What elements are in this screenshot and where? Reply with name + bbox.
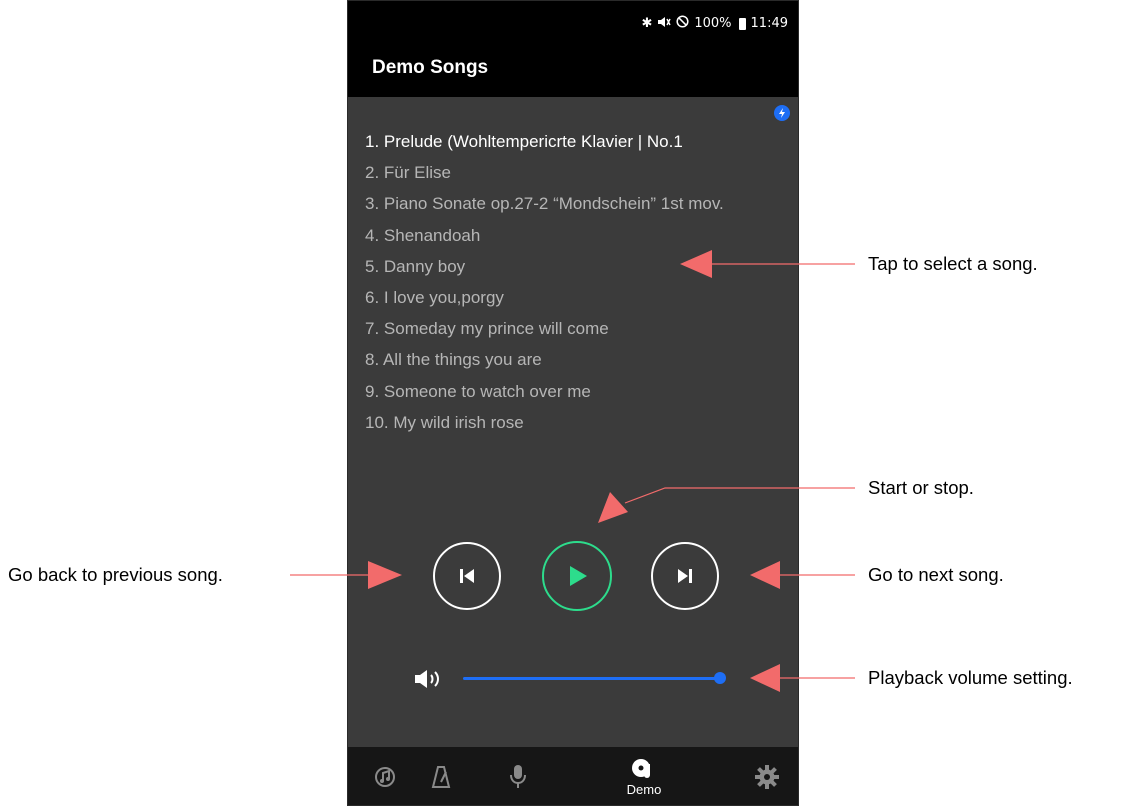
song-item[interactable]: 5. Danny boy <box>365 251 724 282</box>
callout-select-song: Tap to select a song. <box>868 253 1038 274</box>
nav-settings[interactable] <box>752 747 782 805</box>
bottom-navigation: Demo <box>348 747 798 805</box>
song-item[interactable]: 4. Shenandoah <box>365 220 724 251</box>
song-item[interactable]: 2. Für Elise <box>365 157 724 188</box>
callout-next: Go to next song. <box>868 564 1004 585</box>
page-title: Demo Songs <box>372 57 489 78</box>
demo-content: 1. Prelude (Wohltempericrte Klavier | No… <box>348 97 798 747</box>
phone-screen: ✱ 100% 11:49 Demo Songs 1. Prelude (Wohl… <box>347 0 799 806</box>
mute-icon <box>657 16 671 32</box>
next-icon <box>678 569 692 583</box>
nav-metronome[interactable] <box>426 747 456 805</box>
previous-icon <box>460 569 474 583</box>
nav-demo[interactable]: Demo <box>614 747 674 805</box>
callout-previous: Go back to previous song. <box>8 564 223 585</box>
battery-icon <box>738 17 746 30</box>
callout-start-stop: Start or stop. <box>868 477 974 498</box>
play-icon <box>570 566 587 586</box>
nav-rhythm[interactable] <box>370 747 400 805</box>
battery-percent: 100% <box>694 16 732 31</box>
microphone-icon <box>510 765 526 788</box>
do-not-disturb-icon <box>676 15 689 32</box>
song-item[interactable]: 9. Someone to watch over me <box>365 376 724 407</box>
nav-demo-label: Demo <box>626 781 662 797</box>
volume-slider-handle[interactable] <box>714 672 726 684</box>
volume-icon <box>414 669 448 694</box>
bluetooth-icon: ✱ <box>641 16 653 31</box>
callout-volume: Playback volume setting. <box>868 667 1073 688</box>
rhythm-icon <box>375 767 395 787</box>
song-item[interactable]: 1. Prelude (Wohltempericrte Klavier | No… <box>365 126 724 157</box>
song-item[interactable]: 8. All the things you are <box>365 344 724 375</box>
next-button[interactable] <box>651 542 719 610</box>
demo-icon <box>632 758 650 778</box>
previous-button[interactable] <box>433 542 501 610</box>
song-item[interactable]: 7. Someday my prince will come <box>365 313 724 344</box>
song-item[interactable]: 3. Piano Sonate op.27-2 “Mondschein” 1st… <box>365 188 724 219</box>
bluetooth-midi-icon[interactable] <box>774 105 790 121</box>
song-item[interactable]: 6. I love you,porgy <box>365 282 724 313</box>
nav-recorder[interactable] <box>503 747 533 805</box>
settings-icon <box>755 765 779 789</box>
clock: 11:49 <box>750 16 788 31</box>
metronome-icon <box>431 766 451 788</box>
play-button[interactable] <box>542 541 612 611</box>
app-bar: Demo Songs <box>348 47 798 97</box>
volume-slider-track[interactable] <box>463 677 721 680</box>
status-bar: ✱ 100% 11:49 <box>348 1 798 47</box>
song-list: 1. Prelude (Wohltempericrte Klavier | No… <box>365 126 724 438</box>
song-item[interactable]: 10. My wild irish rose <box>365 407 724 438</box>
